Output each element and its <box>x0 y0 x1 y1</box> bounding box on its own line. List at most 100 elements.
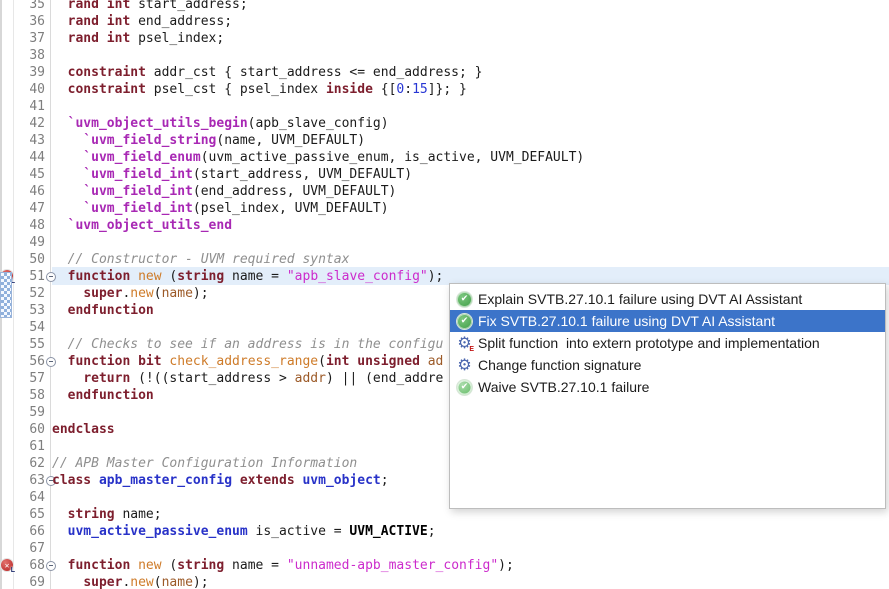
line-number: 42 <box>13 115 45 132</box>
line-number: 53 <box>13 302 45 319</box>
line-number: 50 <box>13 251 45 268</box>
token-cmt: // APB Master Configuration Information <box>52 456 357 471</box>
code-line[interactable]: 41 <box>0 98 889 115</box>
code-text: string name; <box>52 506 162 523</box>
code-line[interactable]: 38 <box>0 47 889 64</box>
green-check-icon <box>457 292 472 307</box>
token-pl: ( <box>154 286 162 301</box>
token-pl: start_address; <box>130 0 247 12</box>
token-pl: (end_address, UVM_DEFAULT) <box>193 184 397 199</box>
code-line[interactable]: 46 `uvm_field_int(end_address, UVM_DEFAU… <box>0 183 889 200</box>
code-text: // Constructor - UVM required syntax <box>52 251 349 268</box>
quickfix-menu-item[interactable]: Change function signature <box>450 354 885 376</box>
token-pl: (start_address, UVM_DEFAULT) <box>193 167 412 182</box>
token-fn: check_address_range <box>169 354 318 369</box>
token-num: 15 <box>412 82 428 97</box>
code-line[interactable]: 48 `uvm_object_utils_end <box>0 217 889 234</box>
code-line[interactable]: 47 `uvm_field_int(psel_index, UVM_DEFAUL… <box>0 200 889 217</box>
token-pl: psel_index; <box>130 31 224 46</box>
quickfix-menu-item[interactable]: Fix SVTB.27.10.1 failure using DVT AI As… <box>450 310 885 332</box>
token-mac: `uvm_field_string <box>83 133 216 148</box>
green-check-icon <box>457 314 472 329</box>
token-pl <box>91 473 99 488</box>
token-mac: `uvm_field_int <box>83 201 193 216</box>
code-text: rand int end_address; <box>52 13 232 30</box>
token-pl: (apb_slave_config) <box>248 116 389 131</box>
token-pl: {[ <box>373 82 396 97</box>
code-text: `uvm_field_string(name, UVM_DEFAULT) <box>52 132 365 149</box>
gear-icon <box>457 358 472 373</box>
line-number: 49 <box>13 234 45 251</box>
code-line[interactable]: 44 `uvm_field_enum(uvm_active_passive_en… <box>0 149 889 166</box>
token-kw: class <box>52 473 91 488</box>
token-kw: string <box>177 269 224 284</box>
line-number: 65 <box>13 506 45 523</box>
token-pl: (uvm_active_passive_enum, is_active, UVM… <box>201 150 585 165</box>
token-mac: `uvm_field_int <box>83 184 193 199</box>
token-arg: ad <box>428 354 444 369</box>
token-arg: name <box>162 575 193 589</box>
code-line[interactable]: 35 rand int start_address; <box>0 0 889 13</box>
token-pl <box>130 558 138 573</box>
code-line[interactable]: 45 `uvm_field_int(start_address, UVM_DEF… <box>0 166 889 183</box>
code-text: constraint psel_cst { psel_index inside … <box>52 81 467 98</box>
line-number: 43 <box>13 132 45 149</box>
quickfix-menu-item-label: Waive SVTB.27.10.1 failure <box>478 379 649 395</box>
line-number: 54 <box>13 319 45 336</box>
code-line[interactable]: 36 rand int end_address; <box>0 13 889 30</box>
code-text: endfunction <box>52 302 154 319</box>
token-arg: addr <box>295 371 326 386</box>
code-line[interactable]: 37 rand int psel_index; <box>0 30 889 47</box>
code-line[interactable]: 39 constraint addr_cst { start_address <… <box>0 64 889 81</box>
token-pl <box>420 354 428 369</box>
quickfix-menu-item[interactable]: Split function into extern prototype and… <box>450 332 885 354</box>
code-text: class apb_master_config extends uvm_obje… <box>52 472 389 489</box>
code-line[interactable]: 68✕ function new (string name = "unnamed… <box>0 557 889 574</box>
token-pl <box>99 31 107 46</box>
token-kw: int <box>107 0 130 12</box>
token-kw: super <box>83 575 122 589</box>
line-number: 38 <box>13 47 45 64</box>
token-kw: int <box>107 31 130 46</box>
code-line[interactable]: 40 constraint psel_cst { psel_index insi… <box>0 81 889 98</box>
token-pl: ]}; } <box>428 82 467 97</box>
line-number: 48 <box>13 217 45 234</box>
error-marker-icon[interactable]: ✕ <box>1 559 13 571</box>
token-kw: string <box>177 558 224 573</box>
token-kw: int <box>326 354 349 369</box>
token-cmt: // Constructor - UVM required syntax <box>68 252 350 267</box>
line-number: 56 <box>13 353 45 370</box>
token-pl: ( <box>162 558 178 573</box>
code-line[interactable]: 66 uvm_active_passive_enum is_active = U… <box>0 523 889 540</box>
token-fn: new <box>130 286 153 301</box>
code-line[interactable]: 43 `uvm_field_string(name, UVM_DEFAULT) <box>0 132 889 149</box>
token-typ: uvm_active_passive_enum <box>68 524 248 539</box>
token-pl: (!((start_address > <box>130 371 294 386</box>
token-kw: endclass <box>52 422 115 437</box>
token-pl <box>99 0 107 12</box>
token-mac: `uvm_field_enum <box>83 150 200 165</box>
token-mac: `uvm_object_utils_begin <box>68 116 248 131</box>
code-line[interactable]: 49 <box>0 234 889 251</box>
code-line[interactable]: 67 <box>0 540 889 557</box>
token-kw: constraint <box>68 65 146 80</box>
token-kw: function <box>68 269 131 284</box>
token-pl: name; <box>115 507 162 522</box>
line-number: 45 <box>13 166 45 183</box>
token-kw: unsigned <box>357 354 420 369</box>
code-text: `uvm_field_int(end_address, UVM_DEFAULT) <box>52 183 396 200</box>
token-pl: ; <box>381 473 389 488</box>
token-pl: addr_cst { start_address <= end_address;… <box>146 65 483 80</box>
code-text: rand int psel_index; <box>52 30 224 47</box>
code-line[interactable]: 69 super.new(name); <box>0 574 889 589</box>
token-typ: apb_master_config <box>99 473 232 488</box>
code-text: rand int start_address; <box>52 0 248 13</box>
code-line[interactable]: 42 `uvm_object_utils_begin(apb_slave_con… <box>0 115 889 132</box>
token-pl: ( <box>154 575 162 589</box>
green-check-light-icon <box>457 380 472 395</box>
line-number: 36 <box>13 13 45 30</box>
quickfix-menu-item[interactable]: Waive SVTB.27.10.1 failure <box>450 376 885 398</box>
code-line[interactable]: 50 // Constructor - UVM required syntax <box>0 251 889 268</box>
quickfix-menu-item[interactable]: Explain SVTB.27.10.1 failure using DVT A… <box>450 288 885 310</box>
code-text: endfunction <box>52 387 154 404</box>
